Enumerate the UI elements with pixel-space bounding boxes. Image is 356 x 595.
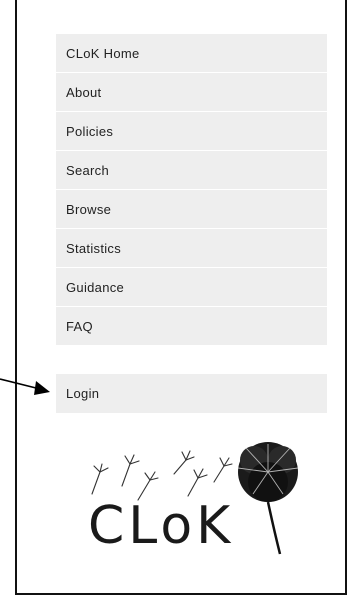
logo-text: CLoK xyxy=(88,496,235,556)
main-navigation: CLoK Home About Policies Search Browse S… xyxy=(56,34,327,346)
nav-item-search[interactable]: Search xyxy=(56,151,327,190)
nav-item-policies[interactable]: Policies xyxy=(56,112,327,151)
dandelion-head-icon xyxy=(237,442,299,555)
nav-item-faq[interactable]: FAQ xyxy=(56,307,327,346)
nav-item-clok-home[interactable]: CLoK Home xyxy=(56,34,327,73)
nav-item-browse[interactable]: Browse xyxy=(56,190,327,229)
pointer-arrow-icon xyxy=(0,378,50,395)
nav-item-about[interactable]: About xyxy=(56,73,327,112)
page: CLoK Home About Policies Search Browse S… xyxy=(0,0,356,595)
nav-item-guidance[interactable]: Guidance xyxy=(56,268,327,307)
clok-logo: CLoK xyxy=(78,438,318,578)
nav-item-statistics[interactable]: Statistics xyxy=(56,229,327,268)
login-button[interactable]: Login xyxy=(56,374,327,413)
